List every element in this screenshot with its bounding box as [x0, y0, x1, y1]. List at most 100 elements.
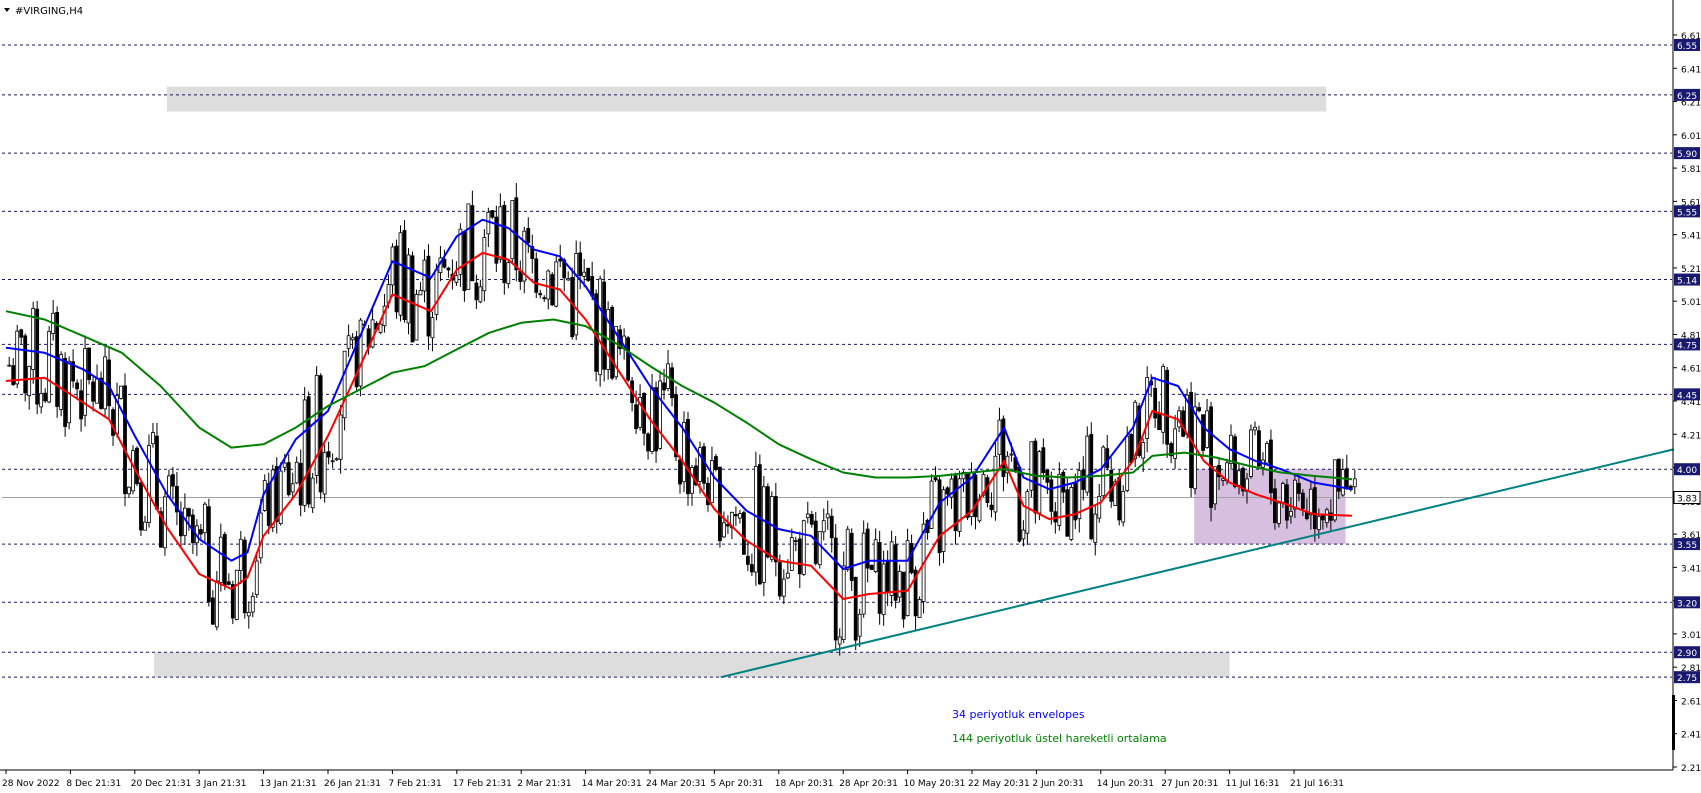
x-tick-label: 10 May 20:31 — [904, 779, 966, 789]
x-tick-label: 2 Mar 21:31 — [517, 779, 571, 789]
candle-body — [19, 329, 24, 338]
candle-body — [502, 204, 507, 284]
level-price-label: 3.20 — [1677, 599, 1697, 609]
candle-body — [889, 541, 894, 596]
candle-body — [897, 571, 902, 598]
x-tick-label: 27 Jun 20:31 — [1161, 779, 1218, 789]
candle-body — [797, 538, 802, 575]
candle-body — [1320, 515, 1325, 521]
x-tick-label: 28 Nov 2022 — [2, 779, 60, 789]
candle-body — [470, 205, 475, 282]
candle-body — [1277, 502, 1281, 524]
y-tick-label: 2.21 — [1681, 764, 1701, 774]
candle-body — [801, 520, 806, 575]
candle-body — [131, 450, 135, 492]
candle-body — [602, 281, 607, 370]
level-price-label: 5.55 — [1677, 208, 1697, 218]
x-tick-label: 11 Jul 16:31 — [1226, 779, 1280, 789]
y-tick-label: 2.41 — [1681, 731, 1701, 741]
candle-body — [1225, 462, 1229, 482]
candle-body — [446, 267, 451, 271]
candle-body — [554, 261, 559, 307]
candle-body — [1352, 478, 1357, 488]
candle-body — [151, 432, 155, 445]
candle-body — [670, 367, 674, 399]
candle-body — [550, 274, 555, 306]
candle-body — [418, 289, 423, 296]
candle-body — [1273, 488, 1277, 524]
candle-body — [805, 513, 810, 519]
candle-body — [933, 477, 938, 481]
candle-body — [486, 211, 491, 235]
level-price-label: 5.14 — [1677, 277, 1697, 287]
candle-body — [1153, 387, 1158, 419]
x-tick-label: 14 Jun 20:31 — [1097, 779, 1154, 789]
candle-body — [310, 477, 315, 509]
candle-body — [741, 512, 746, 555]
candle-body — [1037, 451, 1042, 514]
x-tick-label: 13 Jan 21:31 — [260, 779, 317, 789]
candle-body — [1285, 484, 1289, 521]
price-chart[interactable]: 6.616.416.216.015.815.615.415.215.014.81… — [0, 0, 1701, 793]
candle-body — [135, 447, 139, 485]
candle-body — [821, 520, 826, 533]
candle-body — [769, 496, 774, 560]
candle-body — [186, 508, 191, 517]
candle-body — [462, 231, 467, 292]
candle-body — [753, 465, 758, 573]
candle-body — [690, 467, 694, 494]
candle-body — [442, 258, 447, 268]
candle-body — [1025, 491, 1030, 534]
price-scale-handle[interactable] — [1672, 695, 1675, 750]
level-price-label: 6.55 — [1677, 42, 1697, 52]
candle-body — [39, 393, 44, 408]
current-price-label: 3.83 — [1677, 494, 1697, 504]
candle-body — [346, 335, 351, 349]
candle-body — [945, 487, 950, 495]
candle-body — [47, 330, 52, 403]
candle-body — [434, 269, 439, 315]
candle-body — [266, 483, 271, 526]
candle-body — [210, 597, 215, 625]
candle-body — [490, 210, 495, 218]
candle-body — [745, 555, 750, 565]
candle-body — [734, 514, 738, 517]
candle-body — [1296, 482, 1301, 494]
candle-body — [686, 419, 690, 495]
candle-body — [1041, 447, 1046, 474]
level-price-label: 3.55 — [1677, 541, 1697, 551]
candle-body — [23, 335, 28, 394]
candles-layer — [7, 183, 1357, 656]
candle-body — [905, 540, 910, 616]
chevron-down-icon[interactable] — [4, 8, 10, 12]
candle-body — [526, 227, 531, 244]
candle-body — [1237, 470, 1241, 486]
candle-body — [718, 466, 722, 542]
candle-body — [1312, 487, 1317, 530]
x-tick-label: 21 Jul 16:31 — [1290, 779, 1344, 789]
level-price-label: 6.25 — [1677, 92, 1697, 102]
candle-body — [222, 534, 227, 586]
candle-body — [873, 539, 878, 572]
x-tick-label: 22 May 20:31 — [968, 779, 1030, 789]
candle-body — [318, 375, 323, 493]
candle-body — [338, 414, 343, 460]
candle-body — [929, 480, 934, 529]
candle-body — [993, 455, 998, 513]
candle-body — [11, 365, 16, 386]
candle-body — [75, 382, 79, 390]
candle-body — [825, 513, 830, 519]
candle-body — [1253, 426, 1257, 431]
candle-body — [829, 515, 834, 539]
candle-body — [414, 293, 419, 341]
candle-body — [578, 252, 583, 276]
candle-body — [1033, 440, 1038, 514]
candle-body — [566, 278, 571, 281]
candle-body — [466, 203, 471, 290]
candle-body — [570, 277, 575, 338]
candle-body — [582, 271, 587, 277]
x-tick-label: 18 Apr 20:31 — [775, 779, 834, 789]
candle-body — [111, 409, 115, 436]
candle-body — [286, 462, 291, 496]
candle-body — [334, 458, 339, 461]
